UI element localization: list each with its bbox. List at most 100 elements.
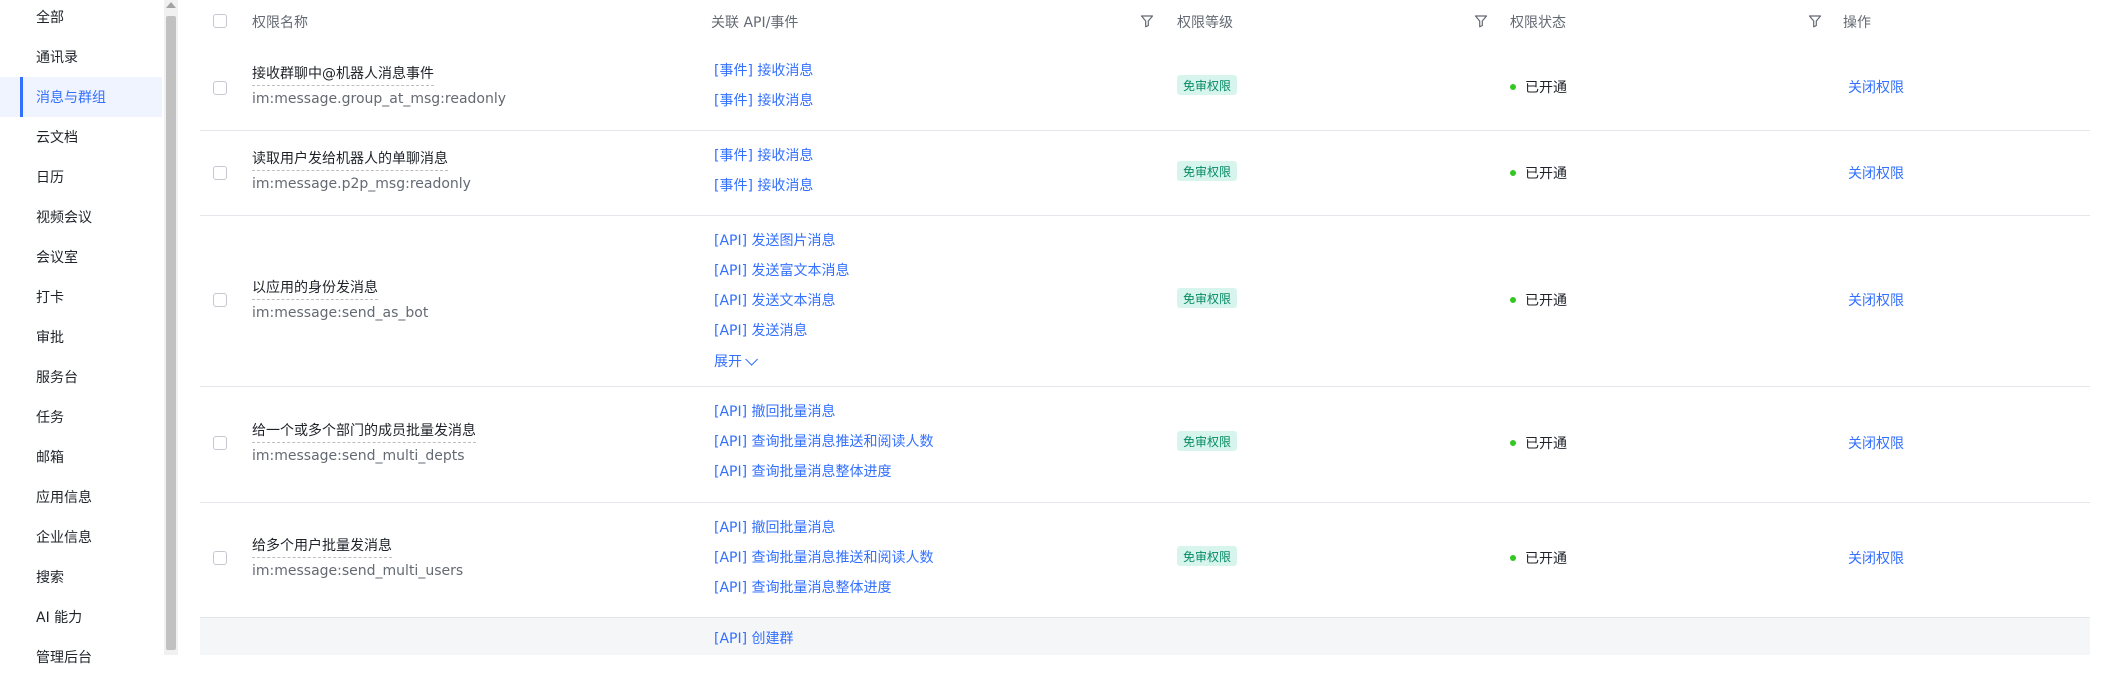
sidebar-item-label: 服务台 (36, 370, 78, 386)
status-label: 已开通 (1525, 551, 1567, 567)
sidebar-item-label: 全部 (36, 10, 64, 26)
permission-name: 读取用户发给机器人的单聊消息 (252, 148, 448, 171)
sidebar-item-label: 管理后台 (36, 650, 92, 666)
sidebar-item-company-info[interactable]: 企业信息 (0, 517, 162, 557)
row-checkbox[interactable] (213, 551, 227, 565)
api-link[interactable]: [API] 撤回批量消息 (714, 517, 836, 537)
permission-name: 给多个用户批量发消息 (252, 535, 392, 558)
sidebar-item-approval[interactable]: 审批 (0, 317, 162, 357)
permission-level-badge: 免审权限 (1177, 288, 1238, 308)
column-header-api: 关联 API/事件 (711, 15, 799, 31)
sidebar-item-all[interactable]: 全部 (0, 0, 162, 37)
api-link[interactable]: [API] 发送图片消息 (714, 230, 836, 250)
api-link[interactable]: [API] 发送富文本消息 (714, 260, 850, 280)
close-permission-link[interactable]: 关闭权限 (1848, 433, 1904, 453)
permission-code: im:message:send_multi_depts (252, 448, 465, 464)
table-row: 以应用的身份发消息 im:message:send_as_bot [API] 发… (200, 216, 2090, 387)
sidebar-item-label: 日历 (36, 170, 64, 186)
status-label: 已开通 (1525, 166, 1567, 182)
sidebar-item-messages-groups[interactable]: 消息与群组 (0, 77, 162, 117)
close-permission-link[interactable]: 关闭权限 (1848, 77, 1904, 97)
sidebar-item-admin[interactable]: 管理后台 (0, 637, 162, 677)
api-link[interactable]: [API] 查询批量消息整体进度 (714, 577, 892, 597)
column-header-level: 权限等级 (1177, 15, 1233, 31)
permission-code: im:message:send_as_bot (252, 305, 429, 321)
permission-code: im:message:send_multi_users (252, 563, 464, 579)
permission-name: 给一个或多个部门的成员批量发消息 (252, 420, 476, 443)
status-label: 已开通 (1525, 80, 1567, 96)
api-link[interactable]: [事件] 接收消息 (714, 175, 813, 195)
table-row: 读取用户发给机器人的单聊消息 im:message.p2p_msg:readon… (200, 131, 2090, 216)
row-checkbox[interactable] (213, 81, 227, 95)
sidebar-item-ai[interactable]: AI 能力 (0, 597, 162, 637)
chevron-down-icon (745, 352, 758, 366)
status-dot-icon (1510, 170, 1516, 176)
row-checkbox[interactable] (213, 436, 227, 450)
sidebar-item-attendance[interactable]: 打卡 (0, 277, 162, 317)
api-link[interactable]: [事件] 接收消息 (714, 145, 813, 165)
api-link[interactable]: [事件] 接收消息 (714, 90, 813, 110)
status-dot-icon (1510, 84, 1516, 90)
api-link[interactable]: [API] 撤回批量消息 (714, 401, 836, 421)
permission-level-badge: 免审权限 (1177, 75, 1238, 95)
close-permission-link[interactable]: 关闭权限 (1848, 548, 1904, 568)
api-link[interactable]: [API] 查询批量消息推送和阅读人数 (714, 547, 934, 567)
sidebar-item-cloud-docs[interactable]: 云文档 (0, 117, 162, 157)
permission-status: 已开通 (1510, 163, 1567, 183)
sidebar-item-label: 审批 (36, 330, 64, 346)
sidebar-item-mail[interactable]: 邮箱 (0, 437, 162, 477)
api-link[interactable]: [API] 查询批量消息整体进度 (714, 461, 892, 481)
sidebar-scrollbar[interactable] (164, 0, 178, 655)
status-dot-icon (1510, 555, 1516, 561)
permission-name: 以应用的身份发消息 (252, 277, 378, 300)
status-dot-icon (1510, 297, 1516, 303)
permission-name: 接收群聊中@机器人消息事件 (252, 63, 434, 86)
permission-category-sidebar: 全部 通讯录 消息与群组 云文档 日历 视频会议 会议室 打卡 审批 服务台 任… (0, 0, 162, 666)
api-link[interactable]: [API] 发送消息 (714, 320, 808, 340)
permission-code: im:message.group_at_msg:readonly (252, 91, 507, 107)
row-checkbox[interactable] (213, 293, 227, 307)
column-header-action: 操作 (1843, 15, 1871, 31)
row-checkbox[interactable] (213, 166, 227, 180)
expand-apis-button[interactable]: 展开 (714, 351, 758, 371)
permission-status: 已开通 (1510, 433, 1567, 453)
sidebar-item-contacts[interactable]: 通讯录 (0, 37, 162, 77)
sidebar-item-label: AI 能力 (36, 610, 83, 626)
sidebar-item-label: 邮箱 (36, 450, 64, 466)
level-filter-icon[interactable] (1474, 14, 1488, 28)
sidebar-item-label: 会议室 (36, 250, 78, 266)
sidebar-item-app-info[interactable]: 应用信息 (0, 477, 162, 517)
permission-level-badge: 免审权限 (1177, 161, 1238, 181)
scrollbar-thumb[interactable] (166, 16, 176, 650)
select-all-checkbox[interactable] (213, 14, 227, 28)
status-filter-icon[interactable] (1808, 14, 1822, 28)
api-link[interactable]: [API] 创建群 (714, 628, 794, 648)
api-link[interactable]: [API] 查询批量消息推送和阅读人数 (714, 431, 934, 451)
sidebar-item-label: 视频会议 (36, 210, 92, 226)
sidebar-item-label: 搜索 (36, 570, 64, 586)
permission-status: 已开通 (1510, 77, 1567, 97)
scroll-up-arrow-icon[interactable] (166, 2, 176, 8)
sidebar-item-label: 云文档 (36, 130, 78, 146)
sidebar-item-search[interactable]: 搜索 (0, 557, 162, 597)
sidebar-item-label: 应用信息 (36, 490, 92, 506)
api-filter-icon[interactable] (1140, 14, 1154, 28)
table-row: 给一个或多个部门的成员批量发消息 im:message:send_multi_d… (200, 387, 2090, 503)
sidebar-item-meeting-room[interactable]: 会议室 (0, 237, 162, 277)
sidebar-item-calendar[interactable]: 日历 (0, 157, 162, 197)
permission-level-badge: 免审权限 (1177, 546, 1238, 566)
permission-code: im:message.p2p_msg:readonly (252, 176, 471, 192)
expand-label: 展开 (714, 354, 742, 370)
permissions-table: 权限名称 关联 API/事件 权限等级 权限状态 操作 接收群聊中@机器人消息事… (200, 0, 2090, 655)
status-dot-icon (1510, 440, 1516, 446)
close-permission-link[interactable]: 关闭权限 (1848, 290, 1904, 310)
sidebar-item-label: 消息与群组 (36, 90, 106, 106)
column-header-status: 权限状态 (1510, 15, 1566, 31)
permission-status: 已开通 (1510, 548, 1567, 568)
api-link[interactable]: [事件] 接收消息 (714, 60, 813, 80)
sidebar-item-helpdesk[interactable]: 服务台 (0, 357, 162, 397)
sidebar-item-video-meeting[interactable]: 视频会议 (0, 197, 162, 237)
api-link[interactable]: [API] 发送文本消息 (714, 290, 836, 310)
close-permission-link[interactable]: 关闭权限 (1848, 163, 1904, 183)
sidebar-item-tasks[interactable]: 任务 (0, 397, 162, 437)
